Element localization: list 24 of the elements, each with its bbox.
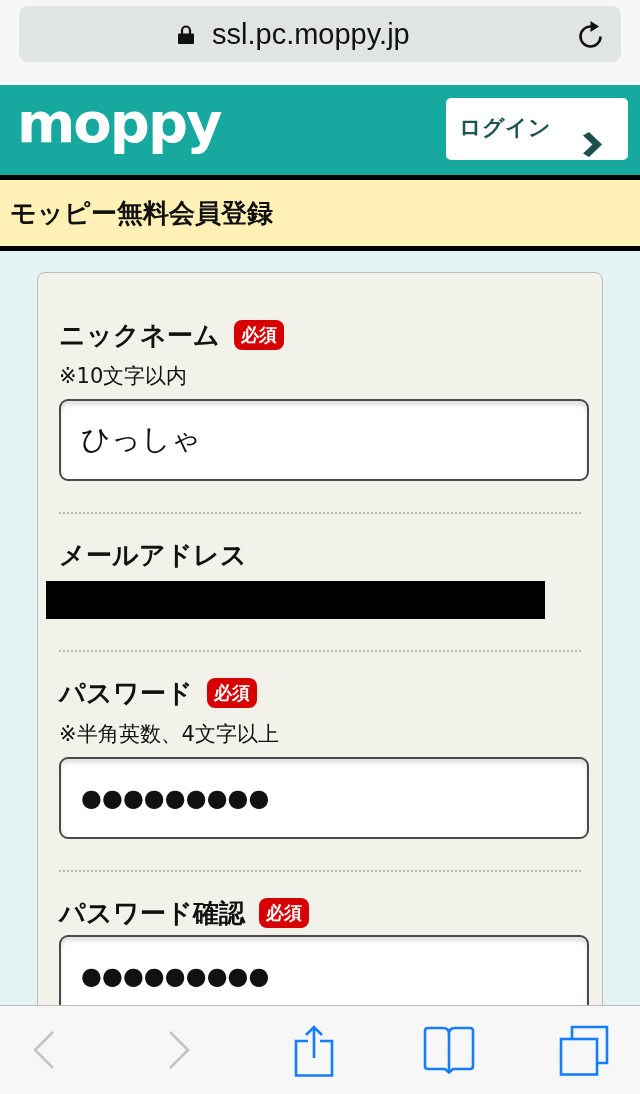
page-title: モッピー無料会員登録	[10, 196, 273, 230]
password-field[interactable]: ●●●●●●●●●	[59, 935, 589, 1005]
url-text: ssl.pc.moppy.jp	[212, 17, 410, 51]
overlapping-squares-icon	[559, 1024, 609, 1076]
chevron-right-icon	[167, 1030, 191, 1070]
chevron-left-icon	[32, 1030, 56, 1070]
book-icon	[423, 1026, 475, 1074]
text-field[interactable]: ひっしゃ	[59, 399, 589, 481]
lock-icon	[178, 24, 194, 44]
required-badge: 必須	[207, 678, 257, 708]
field-label: ニックネーム	[59, 318, 220, 352]
required-badge: 必須	[259, 898, 309, 928]
hint-text: ※10文字以内	[59, 363, 189, 389]
share-icon	[294, 1023, 334, 1077]
field-label: パスワード確認	[59, 896, 245, 930]
field-label: パスワード	[59, 676, 193, 710]
field-label: メールアドレス	[59, 538, 247, 572]
password-field[interactable]: ●●●●●●●●●	[59, 757, 589, 839]
hint-text: ※半角英数、4文字以上	[59, 721, 280, 747]
reload-icon[interactable]	[578, 20, 604, 48]
required-badge: 必須	[234, 320, 284, 350]
login-button[interactable]: ログイン	[446, 98, 628, 160]
chevron-right-icon	[583, 132, 602, 157]
address-bar[interactable]: ssl.pc.moppy.jp	[19, 6, 621, 62]
